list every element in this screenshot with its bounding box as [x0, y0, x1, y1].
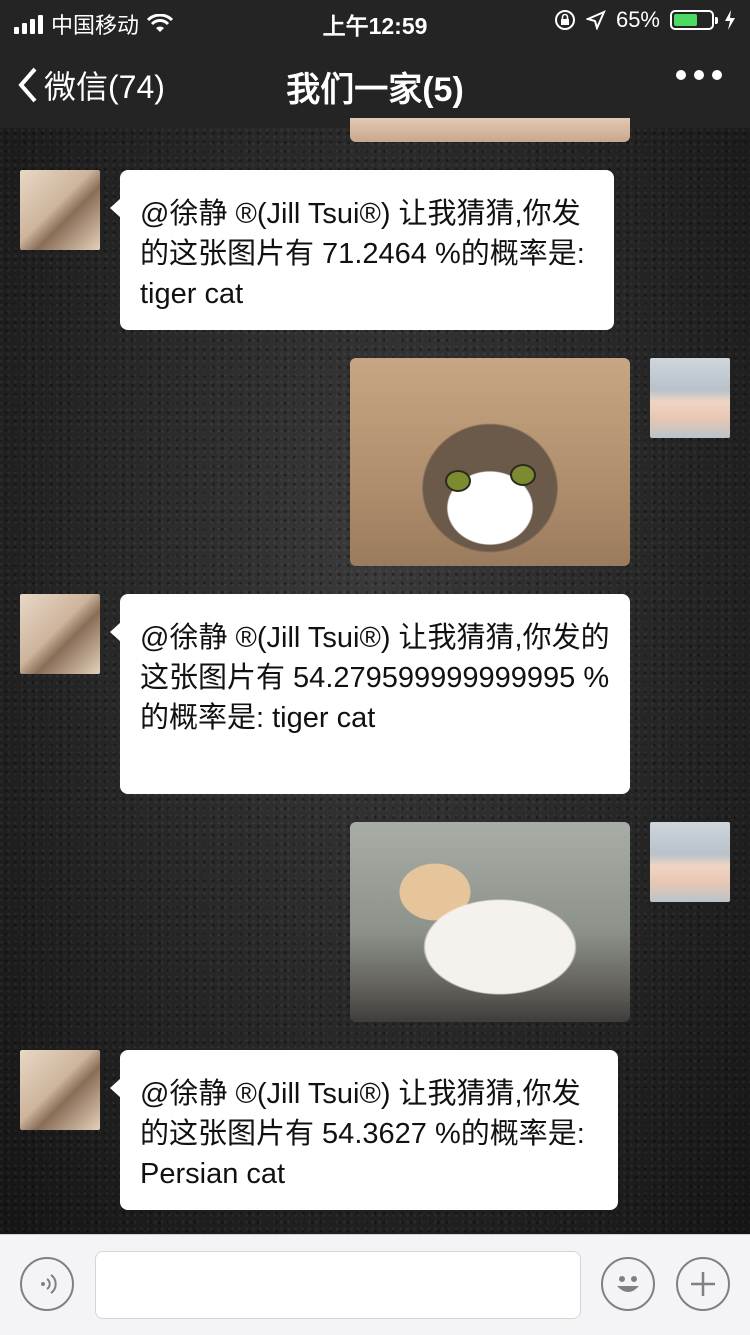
text-message[interactable]: @徐静 ®(Jill Tsui®) 让我猜猜,你发的这张图片有 71.2464 …	[110, 170, 614, 330]
voice-button[interactable]	[20, 1257, 74, 1311]
rotation-lock-icon	[554, 10, 575, 30]
more-dot-icon	[694, 70, 704, 80]
cat-eye	[445, 470, 471, 492]
more-button[interactable]	[676, 70, 722, 80]
message-text: @徐静 ®(Jill Tsui®) 让我猜猜,你发的这张图片有 54.3627 …	[140, 1078, 585, 1190]
text-message[interactable]: @徐静 ®(Jill Tsui®) 让我猜猜,你发的这张图片有 54.3627 …	[110, 1050, 618, 1210]
message-text: @徐静 ®(Jill Tsui®) 让我猜猜,你发的这张图片有 54.27959…	[140, 622, 610, 734]
cat-eye	[510, 464, 536, 486]
voice-icon	[41, 1274, 57, 1294]
avatar[interactable]	[650, 822, 730, 902]
message-text: @徐静 ®(Jill Tsui®) 让我猜猜,你发的这张图片有 71.2464 …	[140, 198, 585, 310]
nav-bar: 微信(74) 我们一家(5)	[0, 40, 750, 128]
avatar[interactable]	[650, 358, 730, 438]
input-bar	[0, 1234, 750, 1335]
status-bar: 中国移动 上午12:59 65%	[0, 0, 750, 40]
image-message[interactable]	[350, 822, 630, 1022]
emoji-button[interactable]	[601, 1257, 655, 1311]
avatar[interactable]	[20, 170, 100, 250]
battery-percent: 65%	[615, 7, 660, 32]
more-dot-icon	[712, 70, 722, 80]
avatar[interactable]	[20, 1050, 100, 1130]
emoji-icon	[617, 1276, 639, 1292]
status-right: 65%	[554, 7, 736, 33]
text-message[interactable]: @徐静 ®(Jill Tsui®) 让我猜猜,你发的这张图片有 54.27959…	[110, 594, 630, 794]
chat-title: 我们一家(5)	[286, 71, 464, 109]
plus-icon	[691, 1272, 715, 1296]
battery-icon	[670, 10, 718, 30]
partial-image-message[interactable]	[350, 118, 630, 142]
charging-icon	[725, 10, 735, 30]
battery-fill	[674, 14, 697, 26]
location-icon	[585, 10, 606, 30]
more-dot-icon	[676, 70, 686, 80]
message-input[interactable]	[95, 1251, 581, 1319]
image-message[interactable]	[350, 358, 630, 566]
plus-button[interactable]	[676, 1257, 730, 1311]
avatar[interactable]	[20, 594, 100, 674]
